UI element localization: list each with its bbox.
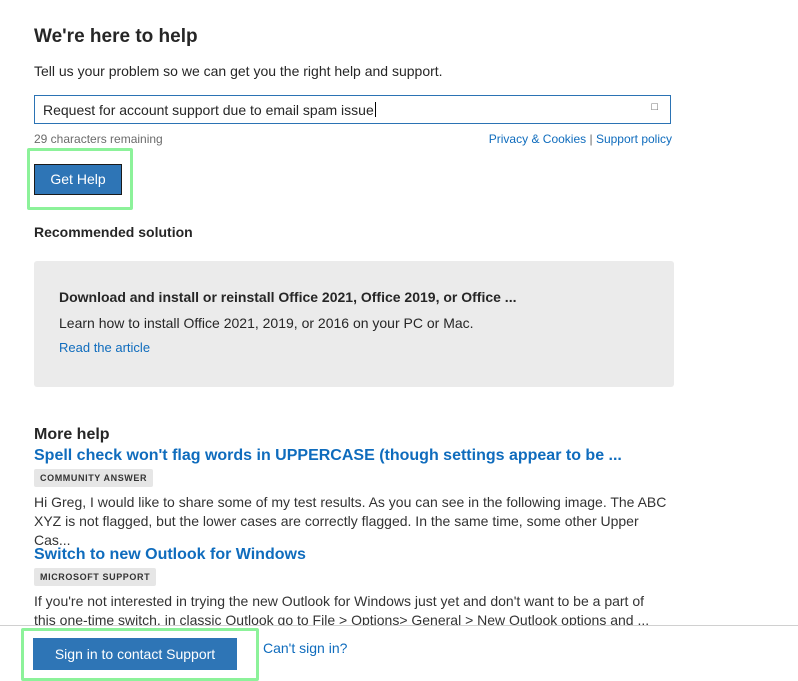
page-subtitle: Tell us your problem so we can get you t… [34,63,443,79]
problem-input[interactable]: Request for account support due to email… [34,95,671,124]
support-policy-link[interactable]: Support policy [596,132,672,146]
characters-remaining: 29 characters remaining [34,132,163,146]
read-article-link[interactable]: Read the article [59,340,150,355]
article-title-link[interactable]: Switch to new Outlook for Windows [34,546,306,564]
recommended-heading: Recommended solution [34,224,193,240]
page-title: We're here to help [34,26,198,47]
more-help-heading: More help [34,426,110,443]
footer-divider [0,625,798,626]
cant-sign-in-link[interactable]: Can't sign in? [263,640,347,656]
article-badge: MICROSOFT SUPPORT [34,568,157,586]
privacy-cookies-link[interactable]: Privacy & Cookies [489,132,586,146]
policy-links: Privacy & Cookies | Support policy [489,132,672,146]
article-badge: COMMUNITY ANSWER [34,469,154,487]
sign-in-button[interactable]: Sign in to contact Support [33,638,237,670]
link-separator: | [589,132,593,146]
article-excerpt-line: XYZ is not flagged, but the lower cases … [34,513,639,548]
article-excerpt-line: Hi Greg, I would like to share some of m… [34,494,667,510]
article-excerpt: Hi Greg, I would like to share some of m… [34,493,674,550]
article-title-link[interactable]: Spell check won't flag words in UPPERCAS… [34,447,622,465]
recommended-title: Download and install or reinstall Office… [59,289,517,305]
get-help-button[interactable]: Get Help [34,164,122,195]
problem-input-value[interactable]: Request for account support due to email… [43,102,376,118]
clear-icon[interactable]: □ [651,101,658,113]
article-excerpt-line: If you're not interested in trying the n… [34,593,645,609]
recommended-description: Learn how to install Office 2021, 2019, … [59,315,474,331]
